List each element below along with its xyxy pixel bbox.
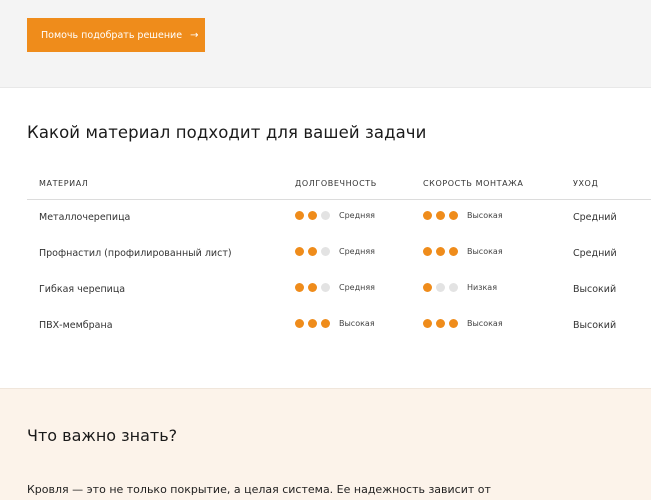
- rating-dot-filled: [308, 319, 317, 328]
- durability-rating: Средняя: [295, 211, 375, 220]
- info-section: Что важно знать? Кровля — это не только …: [0, 388, 651, 500]
- rating-dot-filled: [423, 283, 432, 292]
- table-row: Профнастил (профилированный лист) Средняя…: [27, 236, 651, 272]
- rating-dot-filled: [295, 247, 304, 256]
- rating-dot-filled: [423, 319, 432, 328]
- rating-dot-filled: [436, 247, 445, 256]
- rating-dot-filled: [423, 211, 432, 220]
- care-value: Высокий: [573, 320, 617, 331]
- speed-label: Высокая: [467, 319, 503, 328]
- table-header: МАТЕРИАЛ ДОЛГОВЕЧНОСТЬ СКОРОСТЬ МОНТАЖА …: [27, 172, 651, 200]
- header-durability: ДОЛГОВЕЧНОСТЬ: [295, 179, 377, 188]
- table-row: Гибкая черепица Средняя Низкая Высокий: [27, 272, 651, 308]
- table-row: Металлочерепица Средняя Высокая Средний: [27, 200, 651, 236]
- speed-rating: Высокая: [423, 319, 503, 328]
- durability-rating: Высокая: [295, 319, 375, 328]
- help-choose-button[interactable]: Помочь подобрать решение →: [27, 18, 205, 52]
- speed-rating: Низкая: [423, 283, 497, 292]
- table-body: Металлочерепица Средняя Высокая Средний Проф…: [27, 200, 651, 344]
- durability-rating: Средняя: [295, 247, 375, 256]
- durability-label: Средняя: [339, 283, 375, 292]
- rating-dot-filled: [308, 283, 317, 292]
- durability-label: Средняя: [339, 211, 375, 220]
- material-name: Профнастил (профилированный лист): [39, 248, 232, 259]
- durability-label: Средняя: [339, 247, 375, 256]
- rating-dot-filled: [449, 247, 458, 256]
- material-name: Гибкая черепица: [39, 284, 126, 295]
- rating-dot-filled: [321, 319, 330, 328]
- rating-dot-filled: [436, 211, 445, 220]
- info-title: Что важно знать?: [27, 426, 178, 445]
- rating-dot-empty: [321, 283, 330, 292]
- materials-table: МАТЕРИАЛ ДОЛГОВЕЧНОСТЬ СКОРОСТЬ МОНТАЖА …: [27, 172, 651, 344]
- rating-dot-filled: [308, 211, 317, 220]
- arrow-right-icon: →: [190, 29, 199, 41]
- speed-rating: Высокая: [423, 247, 503, 256]
- rating-dot-filled: [423, 247, 432, 256]
- rating-dot-empty: [321, 247, 330, 256]
- durability-rating: Средняя: [295, 283, 375, 292]
- header-speed: СКОРОСТЬ МОНТАЖА: [423, 179, 524, 188]
- info-text: Кровля — это не только покрытие, а целая…: [27, 483, 491, 496]
- rating-dot-filled: [449, 319, 458, 328]
- speed-label: Высокая: [467, 211, 503, 220]
- care-value: Средний: [573, 212, 617, 223]
- rating-dot-filled: [295, 283, 304, 292]
- rating-dot-empty: [321, 211, 330, 220]
- rating-dot-filled: [295, 319, 304, 328]
- help-choose-label: Помочь подобрать решение: [41, 29, 183, 41]
- speed-rating: Высокая: [423, 211, 503, 220]
- rating-dot-filled: [295, 211, 304, 220]
- material-name: ПВХ-мембрана: [39, 320, 113, 331]
- rating-dot-empty: [449, 283, 458, 292]
- header-material: МАТЕРИАЛ: [39, 179, 89, 188]
- durability-label: Высокая: [339, 319, 375, 328]
- top-band: Помочь подобрать решение →: [0, 0, 651, 88]
- care-value: Высокий: [573, 284, 617, 295]
- rating-dot-filled: [308, 247, 317, 256]
- speed-label: Низкая: [467, 283, 498, 292]
- header-care: УХОД: [573, 179, 599, 188]
- section-title: Какой материал подходит для вашей задачи: [27, 123, 427, 142]
- rating-dot-empty: [436, 283, 445, 292]
- material-name: Металлочерепица: [39, 212, 131, 223]
- speed-label: Высокая: [467, 247, 503, 256]
- care-value: Средний: [573, 248, 617, 259]
- table-row: ПВХ-мембрана Высокая Высокая Высокий: [27, 308, 651, 344]
- rating-dot-filled: [449, 211, 458, 220]
- rating-dot-filled: [436, 319, 445, 328]
